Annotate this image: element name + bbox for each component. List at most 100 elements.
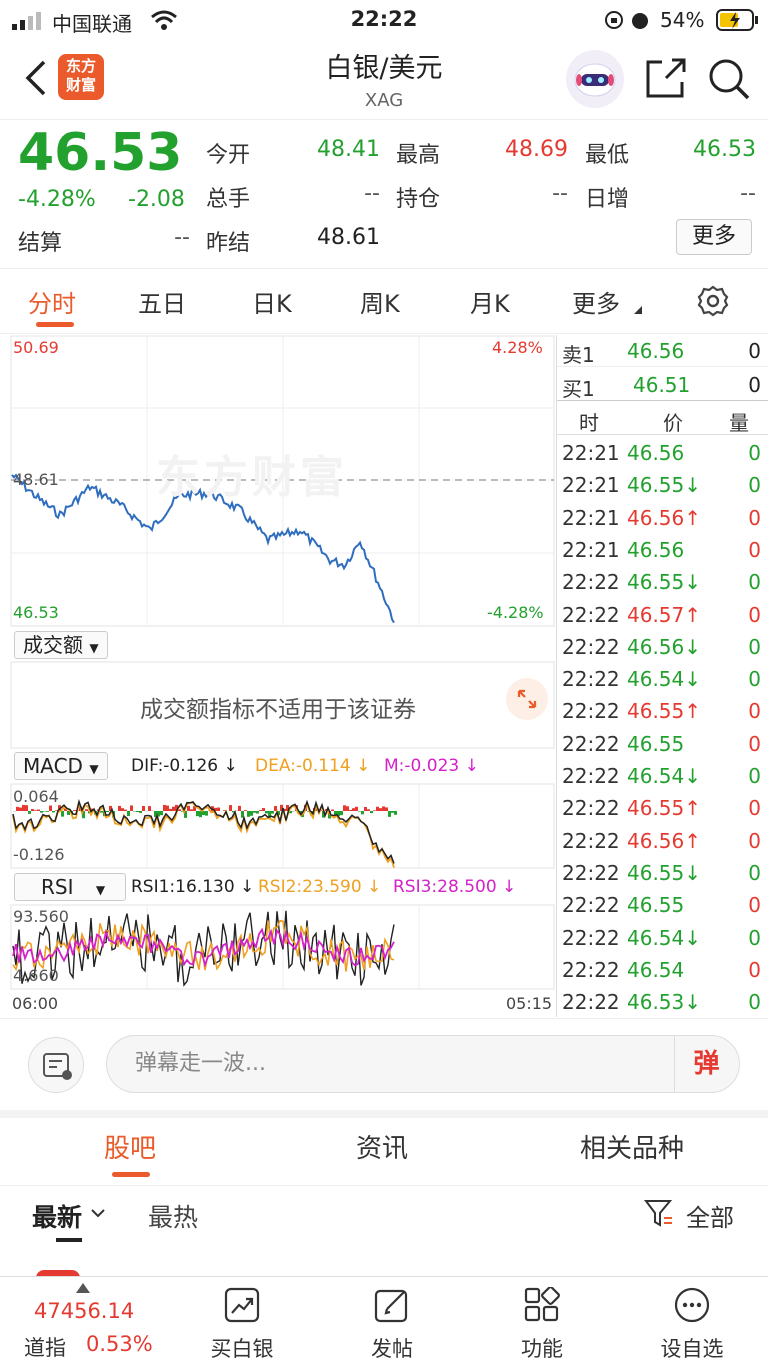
triangle-down-icon [634,306,642,314]
trade-volume: 0 [748,796,761,821]
clock: 22:22 [350,7,418,31]
danmu-settings-icon[interactable] [28,1037,84,1093]
trade-volume: 0 [748,731,761,756]
trade-price: 46.56 [627,537,685,562]
trade-price: 46.55↓ [627,570,702,595]
trade-time: 22:22 [562,860,620,885]
trade-price: 46.54 [627,957,685,982]
trade-row: 22:22 46.56↑ 0 [557,825,768,857]
macd-bar [361,811,364,815]
macd-bar [28,811,31,814]
robot-assistant-icon[interactable] [566,50,624,108]
macd-bar [142,806,145,811]
macd-bar [355,806,358,811]
macd-indicator-select[interactable]: MACD ▼ [14,752,108,780]
sort-hot[interactable]: 最热 [148,1198,198,1234]
trade-price: 46.54↓ [627,764,702,788]
trade-volume: 0 [748,699,761,724]
tab-weekly-k[interactable]: 周K [360,284,400,319]
search-icon[interactable] [706,56,752,102]
macd-bar [256,811,259,814]
share-icon[interactable] [644,56,688,100]
sort-latest[interactable]: 最新 [32,1198,82,1234]
trade-price: 46.54↓ [627,667,702,692]
danmu-send-button[interactable]: 弹 [674,1036,738,1092]
tab-news[interactable]: 资讯 [356,1128,408,1165]
battery-percent: 54% [660,8,705,32]
change-value: -2.08 [128,187,185,212]
trade-time: 22:21 [562,441,620,465]
macd-bar [379,808,382,811]
trade-price: 46.57↑ [627,602,702,627]
macd-bar [241,811,244,818]
lock-alarm-icon [605,11,648,29]
tab-intraday[interactable]: 分时 [28,284,76,319]
trade-time: 22:22 [562,990,620,1015]
nav-add-watchlist[interactable]: 设自选 [622,1277,762,1366]
edit-post-icon [374,1289,408,1323]
nav-buy-silver[interactable]: 买白银 [172,1277,312,1366]
danmu-input[interactable]: 弹幕走一波... [106,1035,740,1093]
trade-row: 22:22 46.55 0 [557,889,768,921]
expand-icon[interactable] [506,678,548,720]
grid-apps-icon [524,1287,560,1322]
macd-bar [352,808,355,811]
chart-ref-price: 48.61 [13,470,59,489]
rsi-indicator-select[interactable]: RSI ▼ [14,873,126,901]
tab-five-day[interactable]: 五日 [138,284,186,319]
filter-all[interactable]: 全部 [686,1198,734,1233]
macd-bar [130,805,133,811]
tab-related[interactable]: 相关品种 [580,1128,684,1165]
macd-bar [265,811,268,814]
settings-gear-icon[interactable] [696,284,730,318]
macd-bar [259,810,262,811]
macd-bar [382,806,385,811]
tab-daily-k[interactable]: 日K [252,284,292,319]
macd-bar [250,811,253,816]
macd-bar [67,811,70,815]
open-interest-label: 持仓 [396,187,441,212]
more-quote-button[interactable]: 更多 [676,219,752,255]
trade-time: 22:22 [562,731,620,756]
dow-index-pct[interactable]: 0.53% [86,1332,153,1356]
trade-price: 46.55↑ [627,796,702,821]
trade-time: 22:22 [562,699,620,724]
trade-row: 22:22 46.54↓ 0 [557,922,768,954]
dow-index-name[interactable]: 道指 [24,1332,66,1362]
dow-index-value[interactable]: 47456.14 [34,1299,134,1323]
macd-bar [163,804,166,811]
macd-bar [274,806,277,811]
rsi2-value: RSI2:23.590 ↓ [258,877,382,897]
tab-guba[interactable]: 股吧 [104,1128,156,1165]
post-filter-bar: 最新 最热 全部 [0,1186,768,1274]
chart-tool-icon [224,1287,260,1323]
chart-min-price: 46.53 [13,603,59,622]
high-value: 48.69 [505,137,568,162]
macd-bar [136,811,139,813]
section-divider [0,1110,768,1118]
trade-volume: 0 [748,893,761,918]
trade-volume: 0 [748,764,761,788]
tab-monthly-k[interactable]: 月K [470,284,510,319]
filter-icon[interactable] [644,1198,674,1228]
nav-functions[interactable]: 功能 [472,1277,612,1366]
section-active-indicator [112,1172,150,1177]
trade-list-header: 时 价 量 [557,403,768,435]
intraday-chart[interactable]: 东方财富 50.69 4.28% 48.61 46.53 -4.28% 成交额 … [0,335,556,1017]
volume-indicator-select[interactable]: 成交额 ▼ [14,631,108,659]
macd-bar [376,806,379,811]
tab-active-indicator [36,322,74,327]
tab-more[interactable]: 更多 [572,284,620,319]
trade-volume: 0 [748,473,761,498]
macd-bar [16,806,19,811]
prev-settle-value: 48.61 [317,225,380,250]
volume-value: -- [364,181,380,206]
trade-list-panel: 卖1 46.56 0 买1 46.51 0 时 价 量 22:21 46.56 0 2… [556,335,768,1017]
trade-row: 22:22 46.55↑ 0 [557,695,768,727]
macd-m-value: M:-0.023 ↓ [384,756,479,776]
nav-post[interactable]: 发帖 [322,1277,462,1366]
open-label: 今开 [206,143,251,168]
macd-top-label: 0.064 [13,787,59,806]
danmu-bar: 弹幕走一波... 弹 [0,1018,768,1110]
trade-volume: 0 [748,667,761,692]
